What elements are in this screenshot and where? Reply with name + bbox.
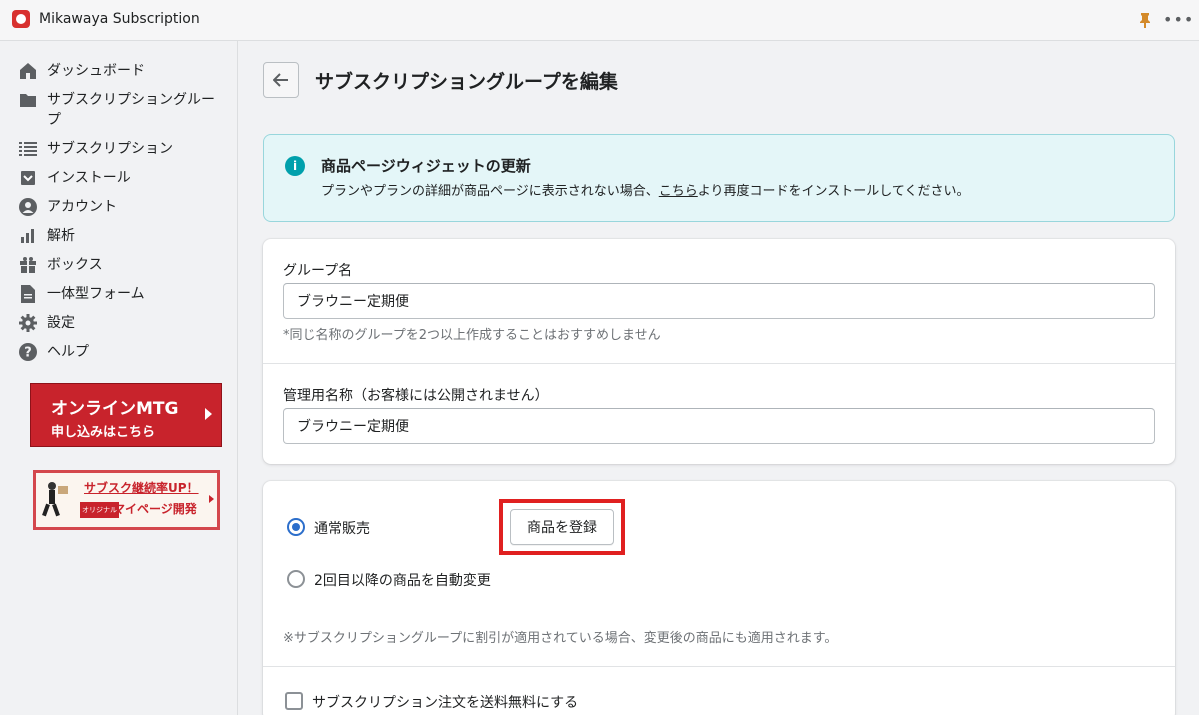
sidebar-item-settings[interactable]: 設定 (18, 313, 217, 333)
sidebar-item-label: 設定 (47, 315, 75, 331)
info-text-before: プランやプランの詳細が商品ページに表示されない場合、 (321, 184, 659, 199)
normal-sales-label: 通常販売 (314, 521, 370, 537)
divider (263, 666, 1175, 667)
home-icon (18, 61, 38, 81)
online-mtg-banner-subtitle: 申し込みはこちら (51, 425, 156, 440)
sidebar-item-form[interactable]: 一体型フォーム (18, 284, 217, 304)
auto-change-label: 2回目以降の商品を自動変更 (314, 573, 491, 589)
info-icon: i (285, 156, 305, 176)
auto-change-radio[interactable] (287, 570, 305, 588)
divider (263, 363, 1175, 364)
sidebar-item-label: 解析 (47, 228, 75, 244)
free-shipping-label: サブスクリプション注文を送料無料にする (312, 695, 579, 711)
app-title: Mikawaya Subscription (39, 11, 200, 27)
install-icon (18, 168, 38, 188)
more-options-icon[interactable]: ••• (1163, 10, 1194, 29)
sidebar: ダッシュボード サブスクリプショングループ サブスクリプション インストール ア… (0, 41, 238, 715)
sidebar-item-label: インストール (47, 170, 131, 186)
analytics-icon (18, 226, 38, 246)
folder-icon (18, 90, 38, 110)
sidebar-item-label: サブスクリプショングループ (47, 92, 215, 128)
sales-settings-card: 通常販売 商品を登録 2回目以降の商品を自動変更 ※サブスクリプショングループに… (263, 481, 1175, 715)
discount-note: ※サブスクリプショングループに割引が適用されている場合、変更後の商品にも適用され… (283, 631, 838, 646)
register-product-button[interactable]: 商品を登録 (510, 509, 614, 545)
info-banner-text: プランやプランの詳細が商品ページに表示されない場合、こちらより再度コードをインス… (321, 180, 969, 199)
mypage-banner-headline: サブスク継続率UP！ (84, 481, 199, 495)
gear-icon (18, 313, 38, 333)
info-text-after: より再度コードをインストールしてください。 (697, 184, 970, 199)
sidebar-item-label: ダッシュボード (47, 63, 145, 79)
sidebar-item-subscriptions[interactable]: サブスクリプション (18, 139, 217, 159)
group-name-input[interactable] (283, 283, 1155, 319)
back-button[interactable] (263, 62, 299, 98)
arrow-left-icon (273, 73, 288, 87)
app-logo-icon (12, 10, 30, 28)
pin-icon[interactable] (1138, 12, 1152, 28)
normal-sales-radio[interactable] (287, 518, 305, 536)
arrow-right-icon (205, 408, 212, 420)
sidebar-item-box[interactable]: ボックス (18, 255, 217, 275)
sidebar-item-label: サブスクリプション (47, 141, 173, 157)
mypage-development-banner[interactable]: サブスク継続率UP！ オリジナル マイページ開発 (33, 470, 220, 530)
sidebar-item-subscription-groups[interactable]: サブスクリプショングループ (18, 90, 217, 130)
sidebar-item-analytics[interactable]: 解析 (18, 226, 217, 246)
info-banner: i 商品ページウィジェットの更新 プランやプランの詳細が商品ページに表示されない… (263, 134, 1175, 222)
sidebar-item-install[interactable]: インストール (18, 168, 217, 188)
account-icon (18, 197, 38, 217)
reinstall-link[interactable]: こちら (659, 184, 698, 199)
group-name-label: グループ名 (283, 263, 353, 279)
help-icon: ? (18, 342, 38, 362)
sidebar-item-account[interactable]: アカウント (18, 197, 217, 217)
info-banner-title: 商品ページウィジェットの更新 (321, 157, 531, 175)
document-icon (18, 284, 38, 304)
list-icon (18, 139, 38, 159)
free-shipping-checkbox[interactable] (285, 692, 303, 710)
admin-name-input[interactable] (283, 408, 1155, 444)
mypage-banner-title: マイページ開発 (113, 502, 197, 516)
gift-icon (18, 255, 38, 275)
online-mtg-banner[interactable]: オンラインMTG 申し込みはこちら (30, 383, 222, 447)
group-name-help-text: *同じ名称のグループを2つ以上作成することはおすすめしません (283, 328, 661, 343)
page-title: サブスクリプショングループを編集 (315, 71, 618, 93)
admin-name-label: 管理用名称（お客様には公開されません） (283, 388, 549, 404)
person-illustration-icon (42, 482, 68, 517)
sidebar-item-label: ボックス (47, 257, 103, 273)
online-mtg-banner-title: オンラインMTG (51, 399, 179, 419)
sidebar-item-help[interactable]: ? ヘルプ (18, 342, 217, 362)
sidebar-item-dashboard[interactable]: ダッシュボード (18, 61, 217, 81)
sidebar-item-label: アカウント (47, 199, 117, 215)
sidebar-item-label: ヘルプ (47, 344, 89, 360)
svg-text:?: ? (24, 346, 32, 361)
sidebar-item-label: 一体型フォーム (47, 286, 145, 302)
group-name-card: グループ名 *同じ名称のグループを2つ以上作成することはおすすめしません 管理用… (263, 239, 1175, 464)
arrow-right-icon (209, 495, 214, 503)
app-top-bar: Mikawaya Subscription ••• (0, 0, 1199, 41)
